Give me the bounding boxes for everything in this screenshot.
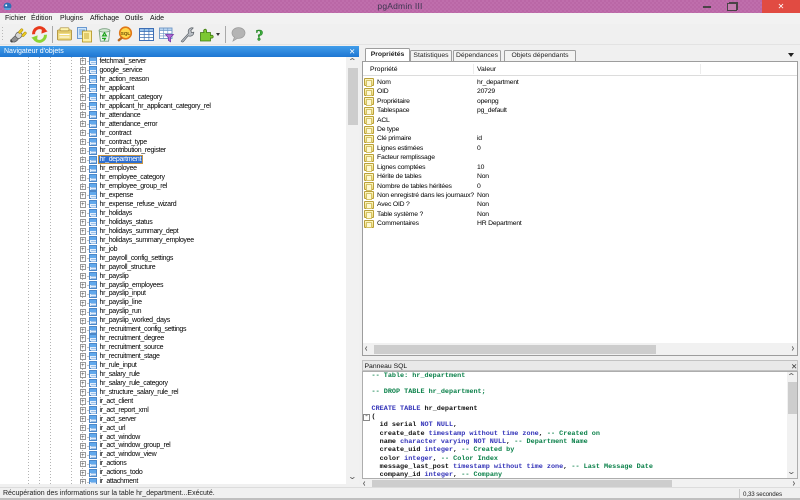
svg-text:SQL: SQL — [121, 31, 131, 36]
svg-text:?: ? — [256, 28, 264, 44]
